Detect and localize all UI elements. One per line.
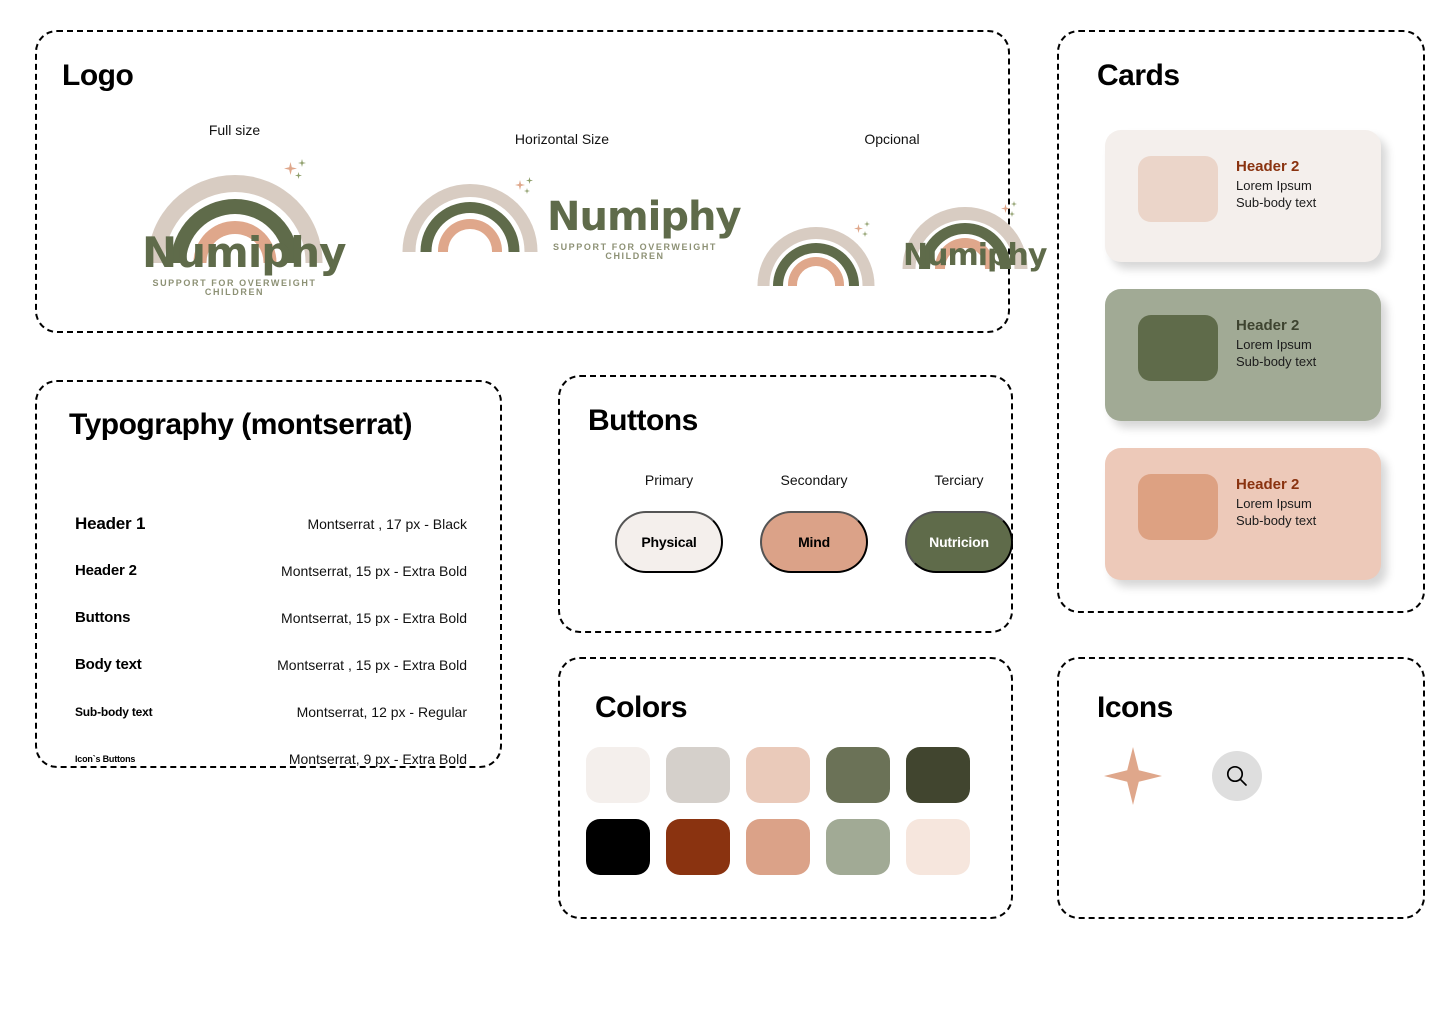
card-header: Header 2 — [1236, 317, 1300, 334]
card-item[interactable]: Header 2 Lorem Ipsum Sub-body text — [1105, 289, 1381, 421]
typography-panel-title: Typography (montserrat) — [69, 408, 412, 441]
typography-row-label: Sub-body text — [75, 704, 153, 719]
logo-wordmark: Numiphy — [903, 238, 1047, 273]
card-text: Header 2 Lorem Ipsum Sub-body text — [1236, 474, 1316, 530]
buttons-panel-title: Buttons — [588, 404, 698, 437]
terciary-button[interactable]: Nutricion — [905, 511, 1013, 573]
logo-variant-caption: Full size — [208, 122, 261, 138]
logo-tagline: SUPPORT FOR OVERWEIGHT CHILDREN — [152, 278, 317, 297]
typography-row-spec: Montserrat , 15 px - Extra Bold — [277, 656, 467, 673]
card-body-line: Sub-body text — [1236, 513, 1317, 529]
typography-row-label: Body text — [75, 656, 142, 673]
cards-panel-title: Cards — [1097, 59, 1180, 92]
button-sample-caption: Secondary — [780, 472, 848, 488]
logo-variant-caption: Horizontal Size — [514, 131, 610, 147]
rainbow-mark — [402, 182, 537, 252]
color-swatch[interactable] — [746, 747, 810, 803]
search-icon-button[interactable] — [1212, 751, 1262, 801]
typography-row-spec: Montserrat, 15 px - Extra Bold — [281, 609, 467, 626]
cards-panel: Cards Header 2 Lorem Ipsum Sub-body text… — [1057, 30, 1425, 613]
color-swatch[interactable] — [586, 747, 650, 803]
card-thumbnail — [1138, 474, 1218, 540]
logo-panel: Logo Full size Numiphy SUPPORT FOR OVERW… — [35, 30, 1047, 333]
card-text: Header 2 Lorem Ipsum Sub-body text — [1236, 315, 1316, 371]
colors-panel-title: Colors — [595, 691, 688, 724]
typography-row: Buttons Montserrat, 15 px - Extra Bold — [75, 594, 467, 641]
card-body-line: Lorem Ipsum — [1236, 495, 1312, 511]
typography-row: Body text Montserrat , 15 px - Extra Bol… — [75, 641, 467, 688]
card-list: Header 2 Lorem Ipsum Sub-body text Heade… — [1105, 130, 1381, 580]
logo-wordmark: Numiphy — [547, 194, 742, 240]
typography-row: Sub-body text Montserrat, 12 px - Regula… — [75, 688, 467, 735]
color-swatch[interactable] — [826, 747, 890, 803]
typography-row-label: Icon`s Buttons — [75, 753, 136, 764]
typography-row: Icon`s Buttons Montserrat, 9 px - Extra … — [75, 735, 467, 782]
button-sample-terciary: Terciary Nutricion — [905, 472, 1013, 573]
card-header: Header 2 — [1236, 476, 1300, 493]
logo-variant-caption: Opcional — [864, 131, 920, 147]
typography-panel: Typography (montserrat) Header 1 Montser… — [35, 380, 502, 768]
card-text: Header 2 Lorem Ipsum Sub-body text — [1236, 156, 1316, 212]
button-sample-caption: Terciary — [934, 472, 984, 488]
typography-row-spec: Montserrat, 9 px - Extra Bold — [288, 750, 467, 767]
logo-panel-title: Logo — [62, 59, 134, 92]
card-thumbnail — [1138, 315, 1218, 381]
typography-row-label: Header 2 — [75, 562, 137, 579]
search-icon — [1226, 765, 1247, 786]
color-swatch[interactable] — [906, 819, 970, 875]
color-swatch[interactable] — [906, 747, 970, 803]
typography-row: Header 1 Montserrat , 17 px - Black — [75, 500, 467, 547]
card-item[interactable]: Header 2 Lorem Ipsum Sub-body text — [1105, 130, 1381, 262]
color-swatch[interactable] — [746, 819, 810, 875]
card-item[interactable]: Header 2 Lorem Ipsum Sub-body text — [1105, 448, 1381, 580]
buttons-panel: Buttons Primary Physical Secondary Mind … — [558, 375, 1013, 633]
sparkle-star-icon[interactable] — [1104, 747, 1162, 805]
icons-panel-title: Icons — [1097, 691, 1173, 724]
logo-variant-opcional: Opcional Numiphy — [757, 131, 1047, 295]
typography-row-spec: Montserrat, 15 px - Extra Bold — [281, 562, 467, 579]
logo-variant-full-size: Full size Numiphy SUPPORT FOR OVERWEIGHT… — [142, 122, 347, 297]
logo-tagline: SUPPORT FOR OVERWEIGHT CHILDREN — [552, 242, 718, 261]
style-guide-canvas: Logo Full size Numiphy SUPPORT FOR OVERW… — [0, 0, 1440, 1024]
typography-row-label: Header 1 — [75, 513, 146, 533]
color-swatch[interactable] — [666, 747, 730, 803]
button-samples: Primary Physical Secondary Mind Terciary… — [615, 472, 1013, 573]
icon-samples — [1104, 747, 1262, 805]
rainbow-mark — [757, 225, 874, 286]
primary-button[interactable]: Physical — [615, 511, 723, 573]
card-body-line: Lorem Ipsum — [1236, 177, 1312, 193]
button-sample-caption: Primary — [644, 472, 694, 488]
typography-row-spec: Montserrat, 12 px - Regular — [296, 703, 467, 720]
color-swatch[interactable] — [666, 819, 730, 875]
icons-panel: Icons — [1057, 657, 1425, 919]
card-body-line: Sub-body text — [1236, 195, 1317, 211]
colors-panel: Colors — [558, 657, 1013, 919]
logo-wordmark: Numiphy — [142, 228, 347, 277]
card-header: Header 2 — [1236, 158, 1300, 175]
typography-row-label: Buttons — [75, 609, 131, 626]
typography-rows: Header 1 Montserrat , 17 px - Black Head… — [75, 500, 467, 782]
card-thumbnail — [1138, 156, 1218, 222]
typography-row: Header 2 Montserrat, 15 px - Extra Bold — [75, 547, 467, 594]
card-body-line: Lorem Ipsum — [1236, 336, 1312, 352]
typography-row-spec: Montserrat , 17 px - Black — [307, 515, 467, 532]
color-swatch-grid — [586, 747, 970, 875]
button-sample-secondary: Secondary Mind — [760, 472, 868, 573]
logo-variant-horizontal: Horizontal Size Numiphy SUPPORT FOR OVER… — [402, 131, 742, 265]
secondary-button[interactable]: Mind — [760, 511, 868, 573]
button-sample-primary: Primary Physical — [615, 472, 723, 573]
color-swatch[interactable] — [826, 819, 890, 875]
card-body-line: Sub-body text — [1236, 354, 1317, 370]
color-swatch[interactable] — [586, 819, 650, 875]
